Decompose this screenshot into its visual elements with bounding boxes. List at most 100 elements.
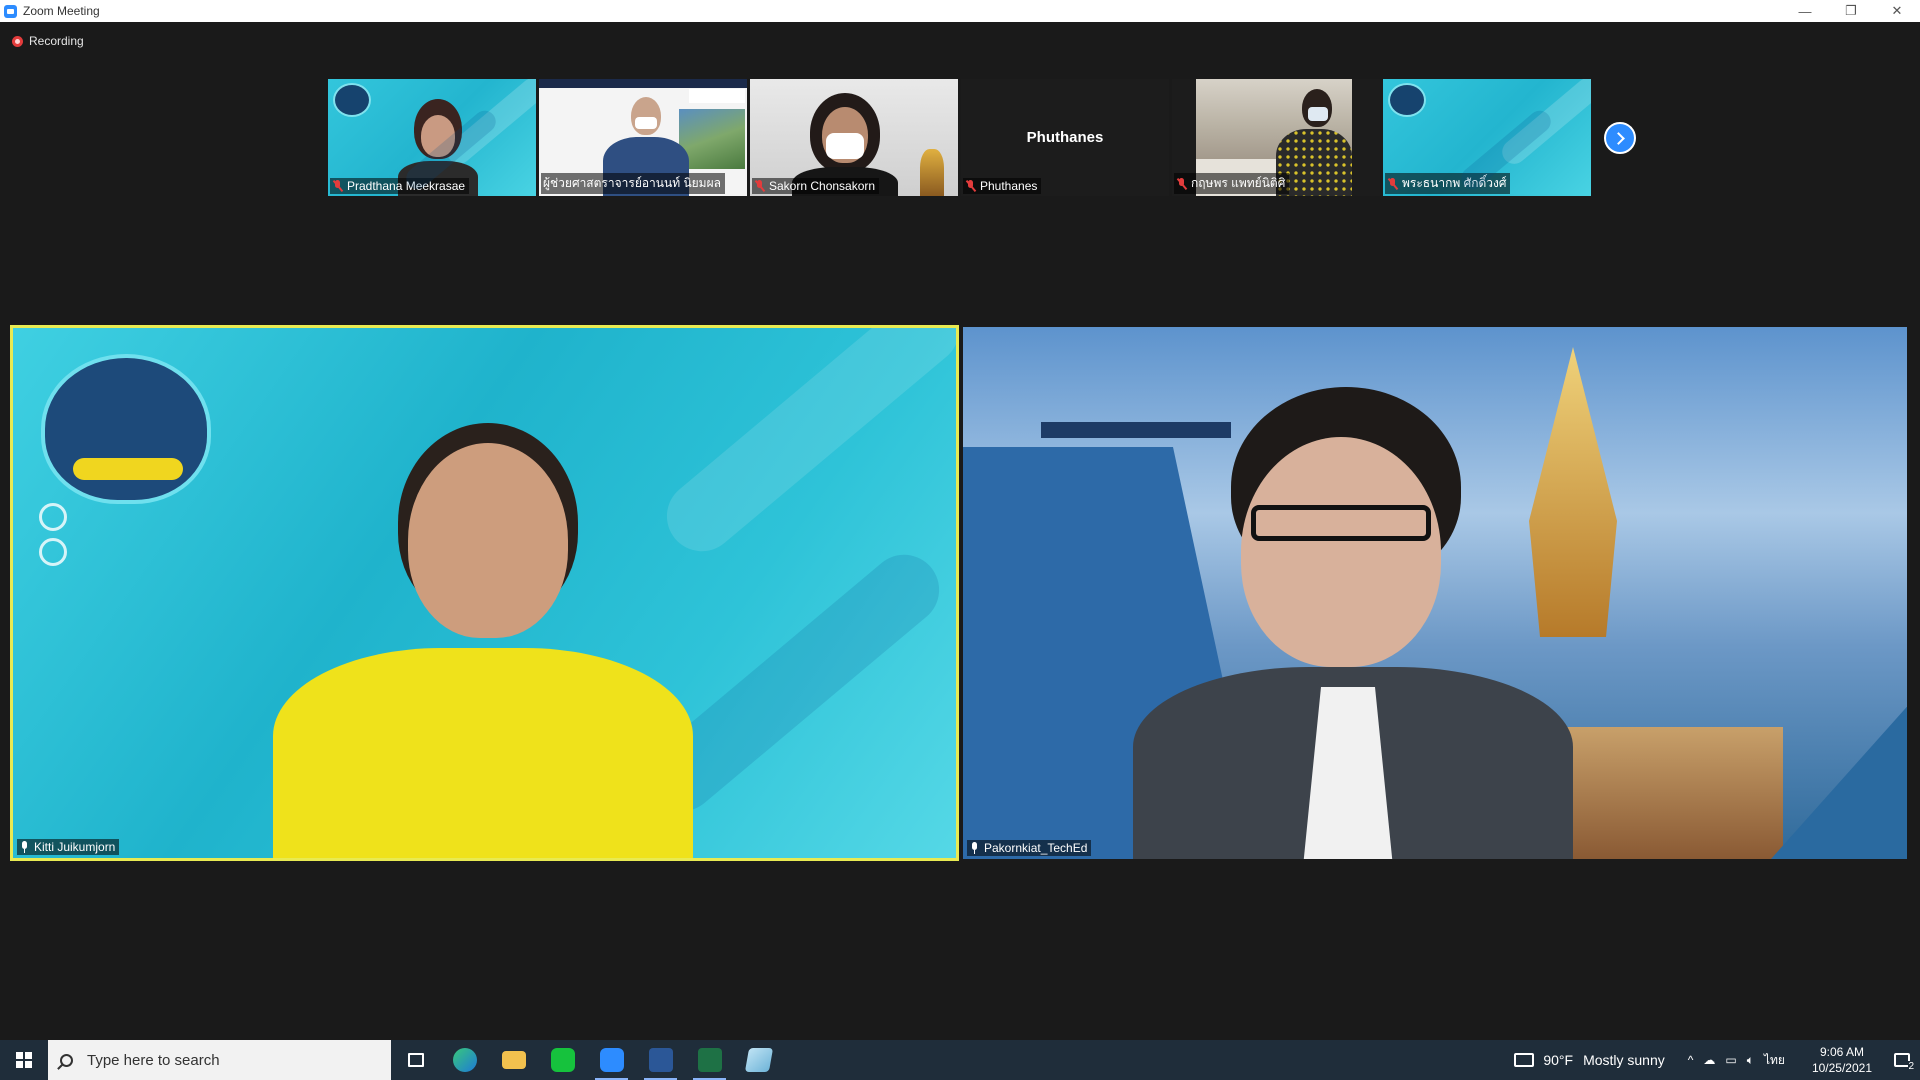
monument-statue	[1529, 347, 1617, 637]
participant-thumbnail[interactable]: Pradthana Meekrasae	[328, 79, 536, 196]
tray-icons: ^ ☁ ▭ 🔈︎ ไทย	[1683, 1051, 1790, 1070]
calendar-icon	[39, 503, 67, 531]
next-page-button[interactable]	[1604, 122, 1636, 154]
zoom-icon	[599, 1048, 624, 1072]
taskbar-app-notepad[interactable]	[734, 1040, 783, 1080]
window-titlebar: Zoom Meeting — ❐ ✕	[0, 0, 1920, 22]
participant-name-tag: ผู้ช่วยศาสตราจารย์อานนท์ นิยมผล	[541, 173, 725, 194]
mic-muted-icon	[332, 179, 344, 193]
recording-icon	[12, 35, 23, 47]
face-mask	[1308, 107, 1328, 121]
weather-temp: 90°F	[1543, 1052, 1574, 1068]
face-mask	[635, 117, 657, 129]
word-icon	[648, 1048, 673, 1072]
file-explorer-icon	[501, 1051, 526, 1069]
taskbar-clock[interactable]: 9:06 AM 10/25/2021	[1812, 1044, 1872, 1076]
mic-muted-icon	[1387, 177, 1399, 190]
edge-icon	[452, 1048, 477, 1072]
background-banner	[539, 79, 747, 88]
participant-name-tag: Kitti Juikumjorn	[17, 839, 120, 855]
rmutt-logo-icon	[689, 89, 745, 103]
participant-thumbnail[interactable]: Phuthanes Phuthanes	[961, 79, 1169, 196]
participant-strip: Pradthana Meekrasae ผู้ช่วยศาสตราจารย์อา…	[328, 79, 1594, 196]
notepad-icon	[744, 1048, 773, 1072]
event-logo-icon	[333, 83, 371, 117]
participant-thumbnail[interactable]: Sakorn Chonsakorn	[750, 79, 958, 196]
zoom-app-icon	[4, 4, 17, 18]
taskbar-app-excel[interactable]	[685, 1040, 734, 1080]
recording-label: Recording	[29, 34, 84, 48]
search-placeholder: Type here to search	[87, 1051, 220, 1069]
restore-button[interactable]: ❐	[1828, 0, 1874, 22]
mic-muted-icon	[754, 179, 766, 193]
participant-display-name: Phuthanes	[1026, 129, 1104, 146]
language-indicator[interactable]: ไทย	[1764, 1051, 1785, 1070]
system-tray: 90°F Mostly sunny ^ ☁ ▭ 🔈︎ ไทย 9:06 AM 1…	[1514, 1040, 1920, 1080]
event-badge	[73, 458, 183, 480]
participant-name: Pakornkiat_TechEd	[984, 841, 1088, 855]
participant-face	[421, 115, 455, 157]
shirt-logo	[523, 778, 603, 818]
network-icon[interactable]: ▭	[1725, 1053, 1736, 1067]
participant-name-tag: Pakornkiat_TechEd	[967, 840, 1092, 856]
taskbar-app-file-explorer[interactable]	[489, 1040, 538, 1080]
window-title: Zoom Meeting	[23, 4, 100, 18]
speaker-face	[408, 443, 568, 638]
logo-banner	[1041, 422, 1231, 438]
participant-name-tag: พระธนากพ ศักดิ์วงศ์	[1385, 173, 1511, 194]
participant-thumbnail[interactable]: ผู้ช่วยศาสตราจารย์อานนท์ นิยมผล	[539, 79, 747, 196]
start-button[interactable]	[0, 1040, 48, 1080]
participant-name-tag: Pradthana Meekrasae	[330, 178, 470, 194]
weather-condition: Mostly sunny	[1583, 1052, 1665, 1068]
event-logo-icon	[1388, 83, 1426, 117]
participant-name: Sakorn Chonsakorn	[769, 179, 876, 193]
participant-name: Phuthanes	[980, 179, 1038, 193]
active-speaker-video[interactable]: Kitti Juikumjorn	[10, 325, 959, 861]
event-logo-icon	[41, 354, 211, 504]
notification-center-button[interactable]: 2	[1884, 1040, 1920, 1080]
clock-time: 9:06 AM	[1819, 1045, 1864, 1059]
volume-icon[interactable]: 🔈︎	[1747, 1053, 1754, 1068]
mic-muted-icon	[965, 179, 977, 193]
onedrive-icon[interactable]: ☁	[1703, 1053, 1715, 1067]
participant-main-video[interactable]: Pakornkiat_TechEd	[963, 327, 1907, 859]
taskbar-app-line[interactable]	[538, 1040, 587, 1080]
participant-name-tag: กฤษพร แพทย์นิติศิ	[1174, 173, 1290, 194]
chevron-right-icon	[1612, 131, 1625, 145]
participant-thumbnail[interactable]: กฤษพร แพทย์นิติศิ	[1172, 79, 1380, 196]
participant-face	[631, 97, 661, 135]
minimize-button[interactable]: —	[1782, 0, 1828, 22]
windows-taskbar: Type here to search 90°F Mostly sunny ^ …	[0, 1040, 1920, 1080]
zoom-logo-icon	[39, 538, 67, 566]
speaker-shirt	[273, 648, 693, 858]
taskbar-app-zoom[interactable]	[587, 1040, 636, 1080]
chevron-up-icon[interactable]: ^	[1688, 1053, 1694, 1067]
taskbar-app-word[interactable]	[636, 1040, 685, 1080]
taskbar-search-box[interactable]: Type here to search	[48, 1040, 391, 1080]
window-controls: — ❐ ✕	[1782, 0, 1920, 22]
mic-muted-icon	[1176, 177, 1188, 190]
task-view-icon	[407, 1053, 424, 1067]
participant-name: Kitti Juikumjorn	[34, 840, 116, 854]
meeting-area: Recording Pradthana Meekrasae ผู้ช่วยศาส…	[0, 22, 1920, 1038]
participant-name: พระธนากพ ศักดิ์วงศ์	[1402, 176, 1507, 190]
line-icon	[550, 1048, 575, 1072]
participant-name-tag: Sakorn Chonsakorn	[752, 178, 880, 194]
taskbar-app-edge[interactable]	[440, 1040, 489, 1080]
participant-name: ผู้ช่วยศาสตราจารย์อานนท์ นิยมผล	[543, 176, 721, 190]
participant-thumbnail[interactable]: พระธนากพ ศักดิ์วงศ์	[1383, 79, 1591, 196]
mic-icon	[969, 842, 980, 854]
task-view-button[interactable]	[391, 1040, 440, 1080]
notification-count: 2	[1908, 1061, 1914, 1072]
weather-widget[interactable]: 90°F Mostly sunny	[1514, 1052, 1665, 1068]
speaker-face	[1241, 437, 1441, 667]
eyeglasses	[1251, 505, 1431, 541]
background-stripe	[652, 328, 956, 566]
participant-name: Pradthana Meekrasae	[347, 179, 466, 193]
recording-indicator[interactable]: Recording	[12, 34, 84, 48]
close-button[interactable]: ✕	[1874, 0, 1920, 22]
participant-name: กฤษพร แพทย์นิติศิ	[1191, 176, 1286, 190]
windows-logo-icon	[16, 1052, 32, 1068]
statue-decoration	[920, 149, 944, 196]
rmutt-logo-icon	[999, 379, 1239, 449]
